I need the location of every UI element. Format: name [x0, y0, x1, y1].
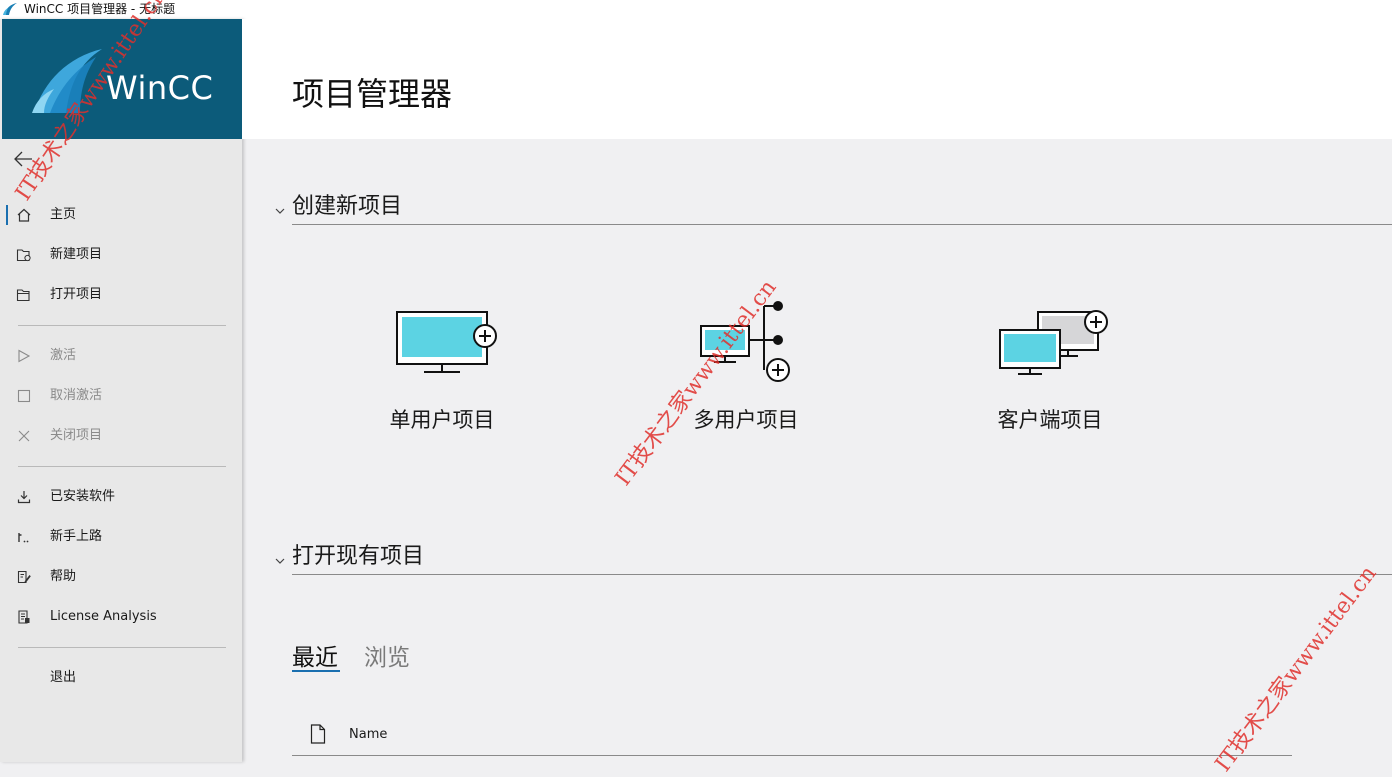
new-project-icon [16, 249, 31, 262]
wincc-swoosh-icon [32, 49, 102, 113]
play-icon [18, 349, 31, 363]
sidebar-item-help[interactable]: 帮助 [2, 561, 240, 593]
license-icon [18, 610, 30, 624]
logo-text: WinCC [106, 69, 214, 107]
section-title: 创建新项目 [292, 194, 403, 219]
sidebar-item-label: 退出 [50, 670, 77, 685]
arrow-left-icon[interactable] [12, 149, 34, 169]
sidebar: WinCC 主页 新建项目 打开项目 激活 取消激活 关闭项目 已安装软件 新手… [0, 19, 242, 762]
page-header: 项目管理器 [242, 19, 1392, 139]
stop-icon [17, 389, 31, 403]
section-title: 打开现有项目 [292, 544, 425, 569]
single-user-project-card[interactable]: 单用户项目 [342, 296, 542, 436]
document-icon [310, 724, 326, 744]
sidebar-item-label: 打开项目 [50, 287, 103, 302]
multi-user-network-icon [700, 301, 790, 382]
section-divider [292, 224, 1392, 225]
card-label: 客户端项目 [997, 408, 1103, 432]
help-icon [17, 570, 31, 584]
open-section-header[interactable]: 打开现有项目 [274, 538, 1392, 578]
sidebar-item-exit[interactable]: 退出 [2, 662, 240, 694]
sidebar-item-close-project[interactable]: 关闭项目 [2, 420, 240, 452]
client-project-card[interactable]: 客户端项目 [950, 296, 1150, 436]
single-user-monitor-icon [396, 311, 497, 373]
sidebar-item-getting-started[interactable]: 新手上路 [2, 521, 240, 553]
folder-open-icon [16, 289, 30, 302]
sidebar-divider [18, 647, 226, 648]
sidebar-divider [18, 466, 226, 467]
sidebar-item-home[interactable]: 主页 [2, 199, 240, 231]
multi-user-project-card[interactable]: 多用户项目 [646, 296, 846, 436]
create-section-header[interactable]: 创建新项目 [274, 188, 1392, 228]
sidebar-item-installed-software[interactable]: 已安装软件 [2, 481, 240, 513]
sidebar-item-license-analysis[interactable]: License Analysis [2, 601, 240, 633]
card-label: 多用户项目 [693, 408, 799, 432]
section-divider [292, 574, 1392, 575]
sidebar-item-label: 新建项目 [50, 247, 103, 262]
card-label: 单用户项目 [389, 408, 495, 432]
sidebar-item-label: 帮助 [50, 569, 77, 584]
close-icon [18, 430, 30, 442]
sidebar-item-activate[interactable]: 激活 [2, 340, 240, 372]
wincc-logo: WinCC [2, 19, 242, 139]
sidebar-item-label: License Analysis [50, 609, 157, 624]
sidebar-item-deactivate[interactable]: 取消激活 [2, 380, 240, 412]
sidebar-item-label: 已安装软件 [50, 489, 116, 504]
chevron-down-icon[interactable] [274, 556, 286, 566]
active-tab-indicator [292, 670, 340, 672]
client-monitors-icon [999, 310, 1108, 375]
home-icon [17, 208, 31, 222]
sidebar-item-label: 主页 [50, 207, 77, 222]
file-list-header: Name [292, 722, 1292, 756]
sidebar-item-new-project[interactable]: 新建项目 [2, 239, 240, 271]
window-title: WinCC 项目管理器 - 无标题 [24, 2, 176, 16]
tab-browse[interactable]: 浏览 [364, 638, 410, 672]
sidebar-item-open-project[interactable]: 打开项目 [2, 279, 240, 311]
sidebar-item-label: 取消激活 [50, 388, 103, 403]
header-divider [292, 755, 1292, 756]
chevron-down-icon[interactable] [274, 206, 286, 216]
getting-started-icon [18, 533, 29, 543]
wincc-app-icon [3, 3, 17, 15]
column-header-name[interactable]: Name [349, 727, 387, 742]
sidebar-item-label: 新手上路 [50, 529, 103, 544]
tab-recent[interactable]: 最近 [292, 638, 338, 672]
page-title: 项目管理器 [292, 75, 453, 113]
sidebar-item-label: 激活 [50, 348, 77, 363]
sidebar-divider [18, 325, 226, 326]
download-icon [17, 491, 31, 504]
window-title-bar: WinCC 项目管理器 - 无标题 [0, 0, 1392, 19]
sidebar-item-label: 关闭项目 [50, 428, 103, 443]
